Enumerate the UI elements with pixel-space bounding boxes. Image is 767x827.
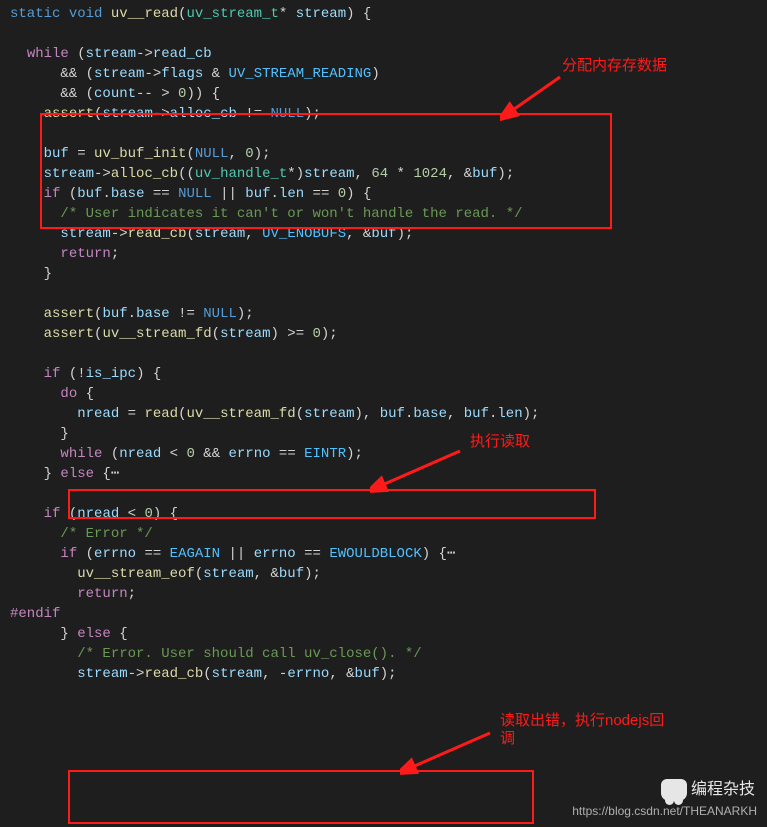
arrow-icon [400,728,500,778]
code-line [10,484,767,504]
code-line [10,24,767,44]
code-line: } else {⋯ [10,464,767,484]
code-line: assert(uv__stream_fd(stream) >= 0); [10,324,767,344]
code-line: if (nread < 0) { [10,504,767,524]
code-line: do { [10,384,767,404]
code-line: } [10,264,767,284]
highlight-box [68,770,534,824]
brand-label: 编程杂技 [691,780,755,800]
code-line: if (errno == EAGAIN || errno == EWOULDBL… [10,544,767,564]
code-line [10,124,767,144]
code-line [10,284,767,304]
code-line: } else { [10,624,767,644]
code-line: /* Error */ [10,524,767,544]
code-line: } [10,424,767,444]
wechat-icon [661,779,687,801]
code-line: #endif [10,604,767,624]
code-line: if (!is_ipc) { [10,364,767,384]
annotation-text: 执行读取 [470,432,530,452]
annotation-text: 分配内存存数据 [562,56,667,76]
code-line: static void uv__read(uv_stream_t* stream… [10,4,767,24]
code-line: if (buf.base == NULL || buf.len == 0) { [10,184,767,204]
watermark-text: https://blog.csdn.net/THEANARKH [572,801,757,821]
code-line: uv__stream_eof(stream, &buf); [10,564,767,584]
code-line: stream->read_cb(stream, UV_ENOBUFS, &buf… [10,224,767,244]
code-line: while (nread < 0 && errno == EINTR); [10,444,767,464]
code-line [10,344,767,364]
code-line: stream->alloc_cb((uv_handle_t*)stream, 6… [10,164,767,184]
annotation-text: 读取出错，执行nodejs回调 [500,712,664,748]
code-editor[interactable]: static void uv__read(uv_stream_t* stream… [0,0,767,688]
code-line: buf = uv_buf_init(NULL, 0); [10,144,767,164]
code-line: && (count-- > 0)) { [10,84,767,104]
code-line: /* User indicates it can't or won't hand… [10,204,767,224]
code-line: assert(stream->alloc_cb != NULL); [10,104,767,124]
code-line: assert(buf.base != NULL); [10,304,767,324]
code-line: return; [10,584,767,604]
code-line: /* Error. User should call uv_close(). *… [10,644,767,664]
brand-badge: 编程杂技 [661,779,755,801]
code-line: return; [10,244,767,264]
code-line: stream->read_cb(stream, -errno, &buf); [10,664,767,684]
code-line: nread = read(uv__stream_fd(stream), buf.… [10,404,767,424]
